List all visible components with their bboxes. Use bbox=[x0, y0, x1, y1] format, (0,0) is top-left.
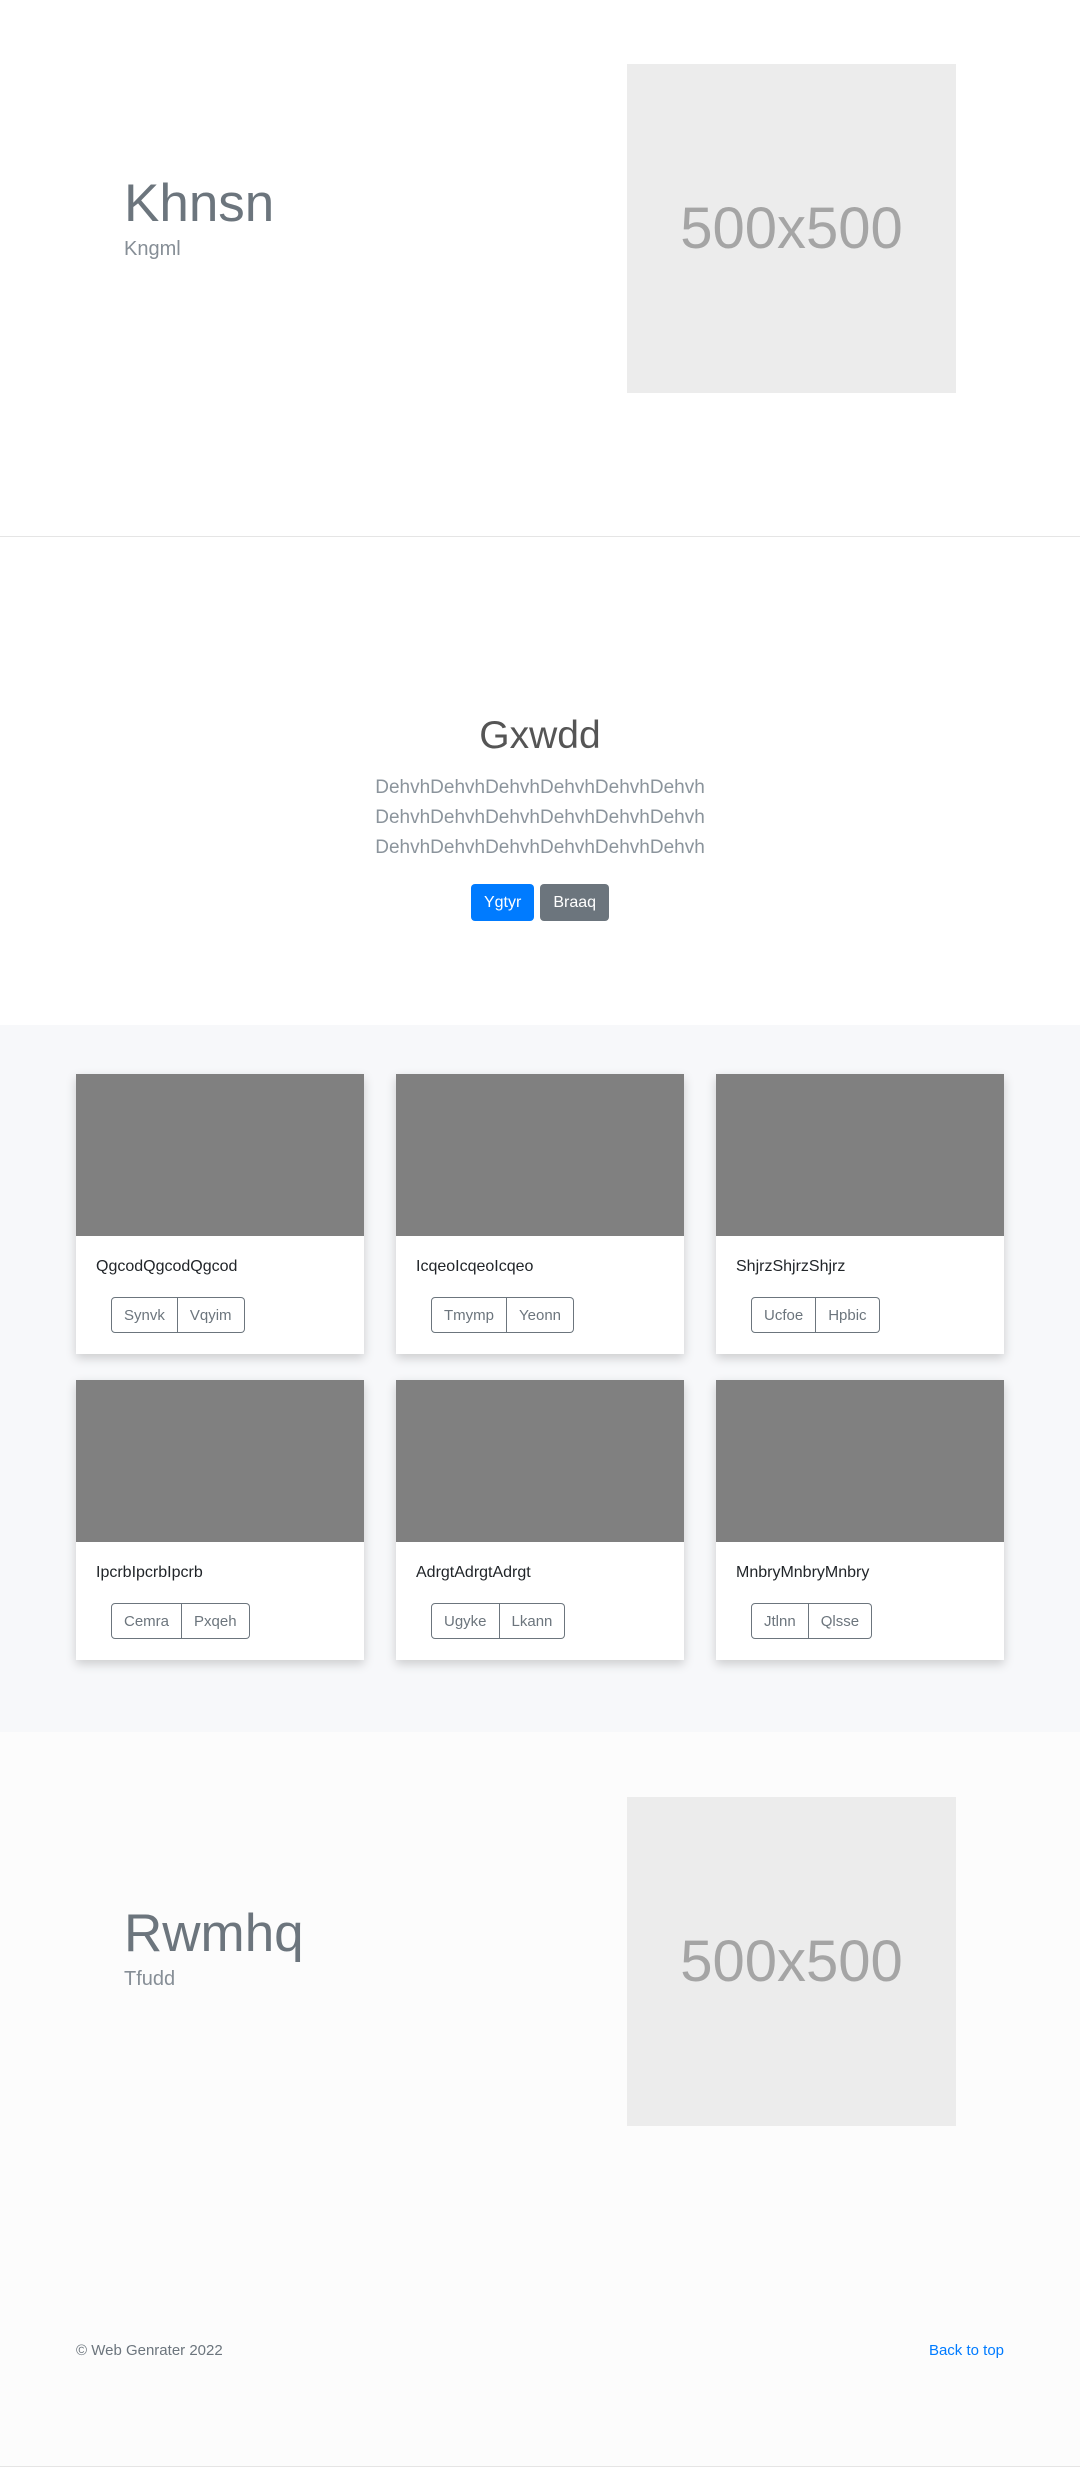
hero-subtitle: Kngml bbox=[124, 238, 181, 260]
card: MnbryMnbryMnbry Jtlnn Qlsse bbox=[716, 1380, 1004, 1660]
card-button[interactable]: Tmymp bbox=[431, 1297, 507, 1333]
card: IpcrbIpcrbIpcrb Cemra Pxqeh bbox=[76, 1380, 364, 1660]
jumbotron-lead-line: DehvhDehvhDehvhDehvhDehvhDehvh bbox=[375, 837, 705, 858]
album-section: QgcodQgcodQgcod Synvk Vqyim IcqeoIcqeoIc… bbox=[0, 1025, 1080, 1732]
card-button[interactable]: Pxqeh bbox=[182, 1603, 250, 1639]
card-text: QgcodQgcodQgcod bbox=[96, 1258, 238, 1275]
hero-text-block: Khnsn Kngml bbox=[124, 172, 274, 261]
copyright-text: © Web Genrater 2022 bbox=[76, 2342, 223, 2359]
jumbotron-lead-line: DehvhDehvhDehvhDehvhDehvhDehvh bbox=[375, 777, 705, 798]
card-button[interactable]: Qlsse bbox=[808, 1603, 873, 1639]
card-image bbox=[716, 1074, 1004, 1236]
card-button[interactable]: Jtlnn bbox=[751, 1603, 809, 1639]
card-image bbox=[76, 1380, 364, 1542]
card-button[interactable]: Cemra bbox=[111, 1603, 183, 1639]
placeholder-image-label: 500x500 bbox=[680, 196, 903, 261]
card-button[interactable]: Synvk bbox=[111, 1297, 178, 1333]
card-button[interactable]: Lkann bbox=[499, 1603, 566, 1639]
card-button[interactable]: Ucfoe bbox=[751, 1297, 817, 1333]
card-text: ShjrzShjrzShjrz bbox=[736, 1258, 846, 1275]
jumbotron-lead-line: DehvhDehvhDehvhDehvhDehvhDehvh bbox=[375, 807, 705, 828]
card-image bbox=[396, 1074, 684, 1236]
card-image bbox=[716, 1380, 1004, 1542]
card-button-group: Ugyke Lkann bbox=[431, 1603, 566, 1639]
card-image bbox=[396, 1380, 684, 1542]
card: AdrgtAdrgtAdrgt Ugyke Lkann bbox=[396, 1380, 684, 1660]
jumbotron: Gxwdd DehvhDehvhDehvhDehvhDehvhDehvh Deh… bbox=[0, 537, 1080, 1025]
placeholder-image: 500x500 bbox=[627, 1797, 956, 2126]
primary-button[interactable]: Ygtyr bbox=[470, 884, 535, 921]
card-text: IpcrbIpcrbIpcrb bbox=[96, 1564, 203, 1581]
hero-title: Rwmhq bbox=[124, 1904, 304, 1963]
hero-subtitle: Tfudd bbox=[124, 1968, 176, 1990]
card-button[interactable]: Vqyim bbox=[177, 1297, 245, 1333]
back-to-top-link[interactable]: Back to top bbox=[929, 2342, 1004, 2359]
hero-title: Khnsn bbox=[124, 174, 275, 233]
card-button[interactable]: Yeonn bbox=[507, 1297, 574, 1333]
jumbotron-title: Gxwdd bbox=[479, 714, 601, 757]
card-button-group: Tmymp Yeonn bbox=[431, 1297, 574, 1333]
card-text: AdrgtAdrgtAdrgt bbox=[416, 1564, 531, 1581]
hero-text-block: Rwmhq Tfudd bbox=[124, 1902, 304, 1991]
hero-section-top: Khnsn Kngml 500x500 bbox=[0, 0, 1080, 537]
card-button-group: Ucfoe Hpbic bbox=[751, 1297, 880, 1333]
card-text: MnbryMnbryMnbry bbox=[736, 1564, 870, 1581]
card-button[interactable]: Hpbic bbox=[816, 1297, 880, 1333]
card-grid: QgcodQgcodQgcod Synvk Vqyim IcqeoIcqeoIc… bbox=[76, 1074, 1004, 1660]
placeholder-image-label: 500x500 bbox=[680, 1929, 903, 1994]
placeholder-image: 500x500 bbox=[627, 64, 956, 393]
jumbotron-button-row: Ygtyr Braaq bbox=[0, 884, 1080, 921]
card-image bbox=[76, 1074, 364, 1236]
card-button-group: Cemra Pxqeh bbox=[111, 1603, 250, 1639]
card-button-group: Jtlnn Qlsse bbox=[751, 1603, 873, 1639]
card-text: IcqeoIcqeoIcqeo bbox=[416, 1258, 534, 1275]
card: IcqeoIcqeoIcqeo Tmymp Yeonn bbox=[396, 1074, 684, 1354]
jumbotron-lead: DehvhDehvhDehvhDehvhDehvhDehvh DehvhDehv… bbox=[0, 773, 1080, 863]
card-button-group: Synvk Vqyim bbox=[111, 1297, 245, 1333]
card: QgcodQgcodQgcod Synvk Vqyim bbox=[76, 1074, 364, 1354]
card: ShjrzShjrzShjrz Ucfoe Hpbic bbox=[716, 1074, 1004, 1354]
secondary-button[interactable]: Braaq bbox=[540, 884, 610, 921]
card-button[interactable]: Ugyke bbox=[431, 1603, 500, 1639]
